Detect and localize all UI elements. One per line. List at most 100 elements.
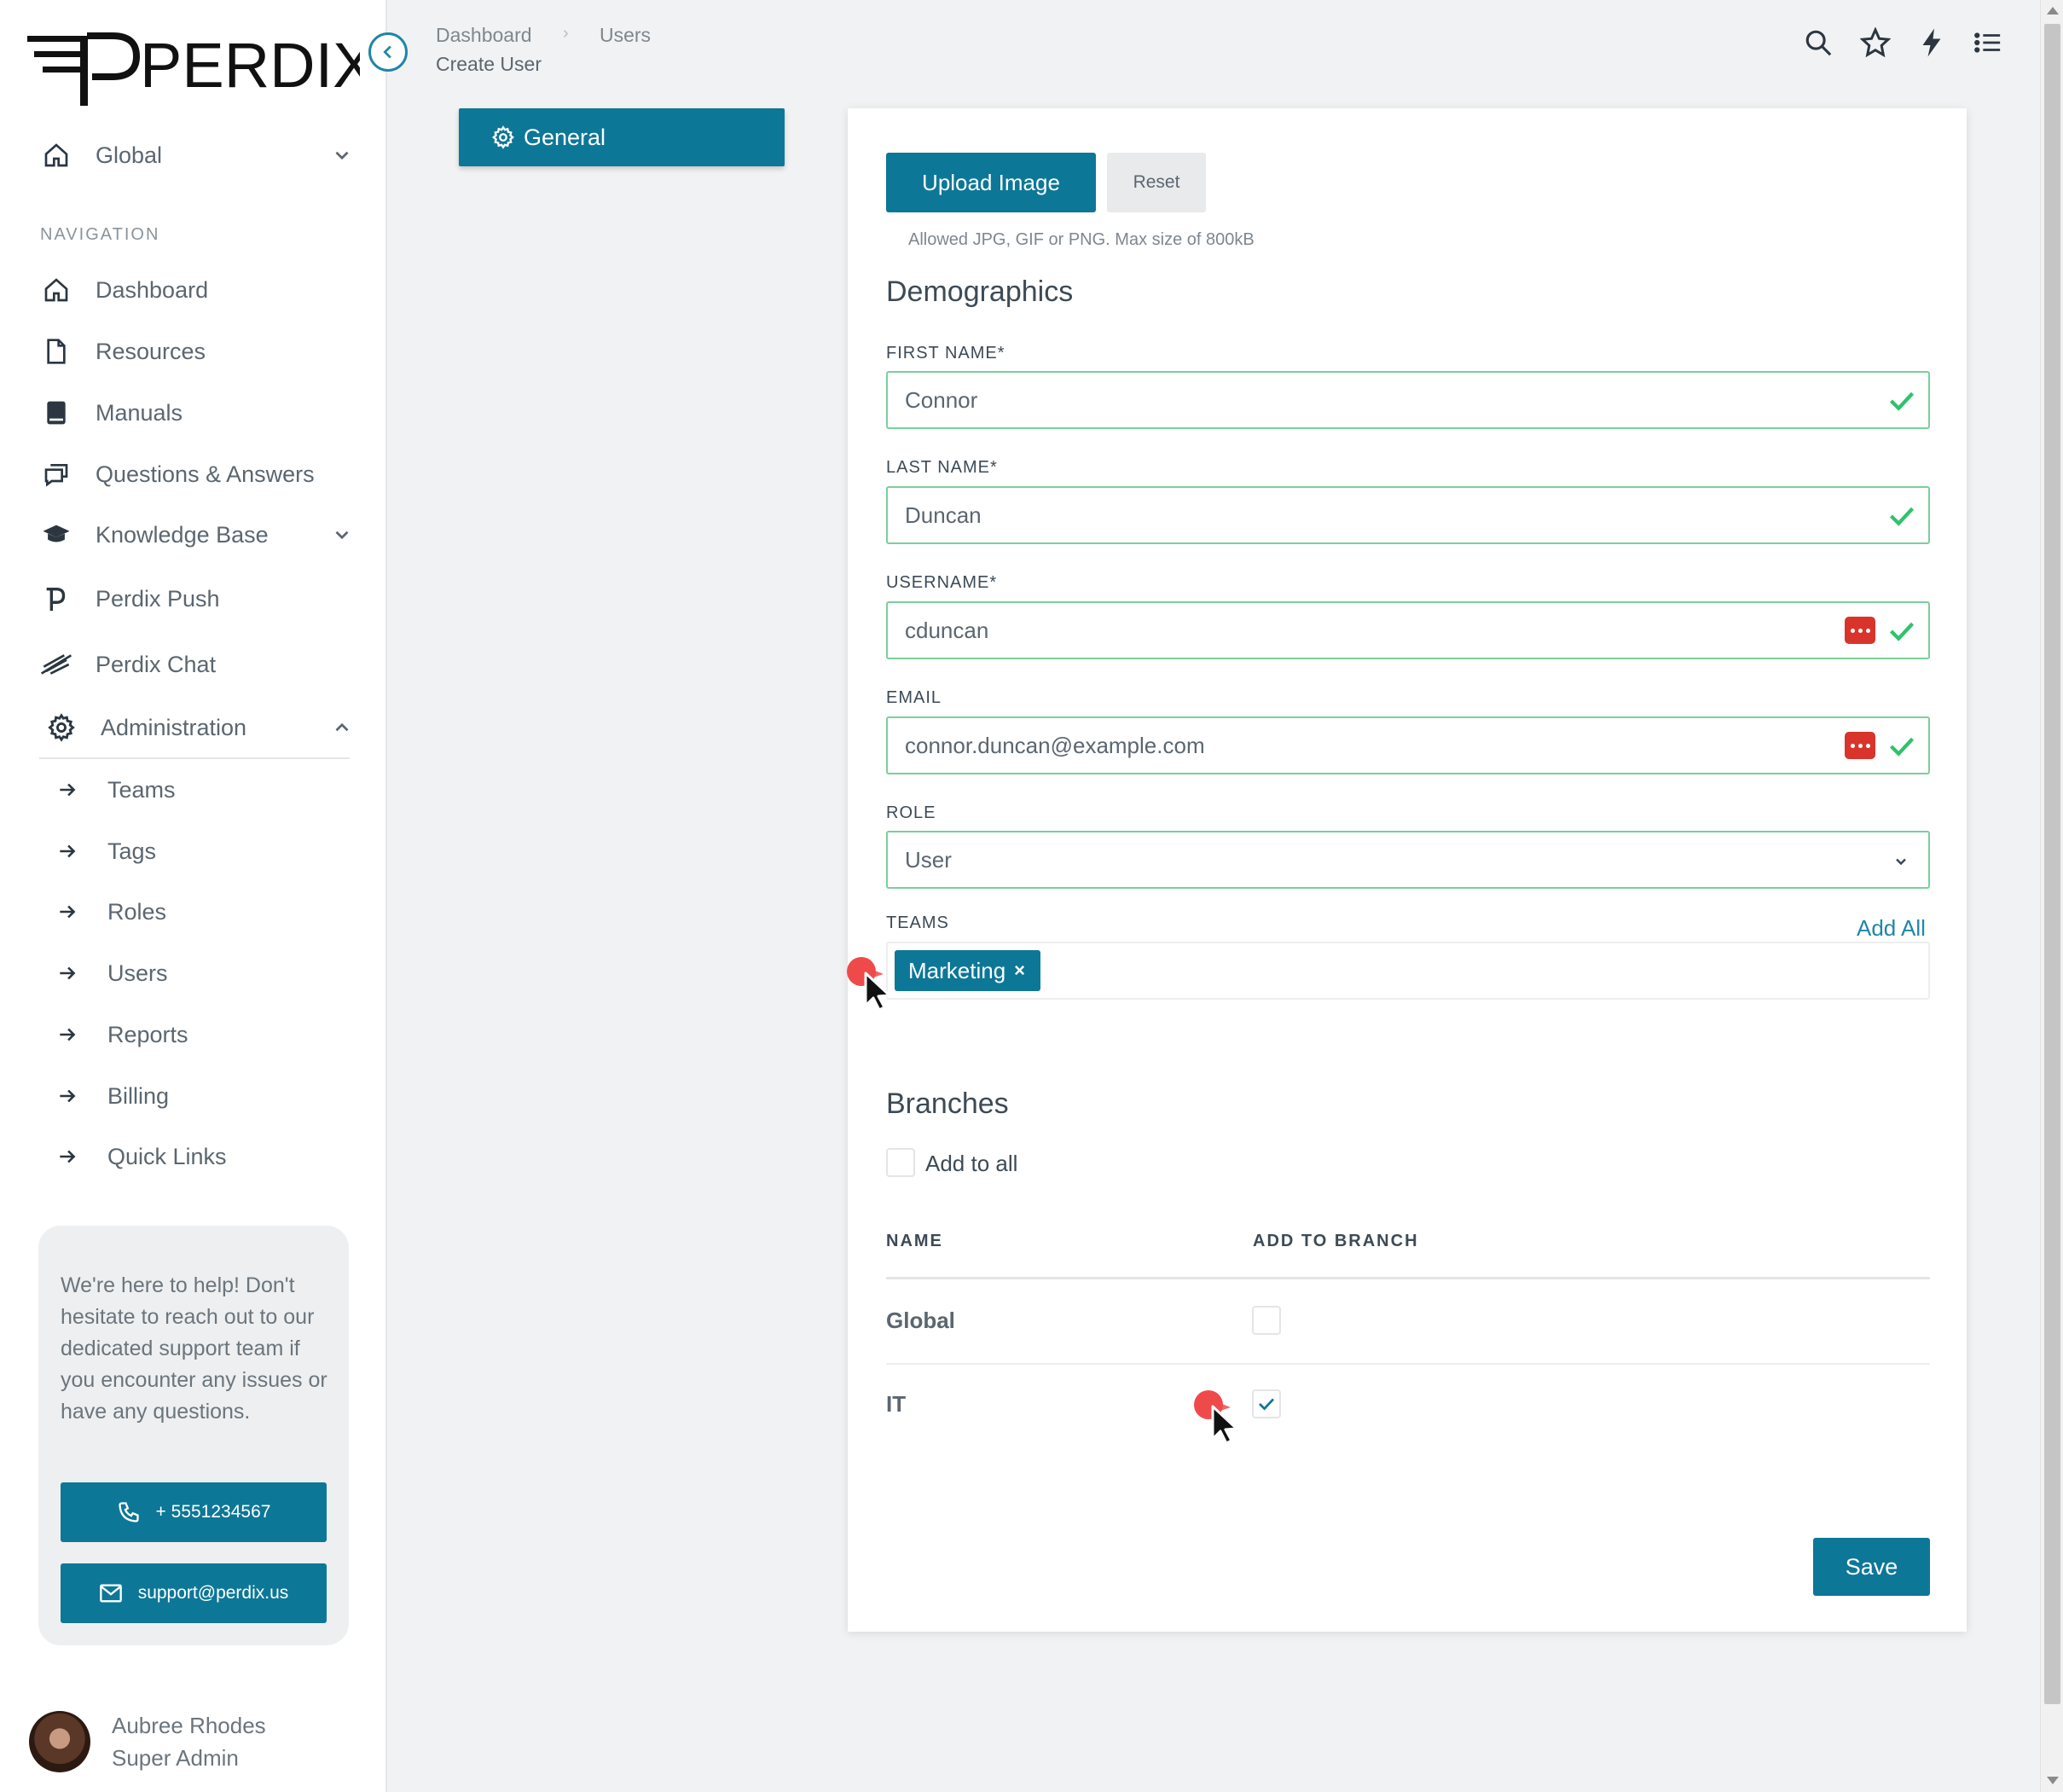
arrow-right-icon xyxy=(60,1028,76,1041)
sidebar-item-perdix-push[interactable]: Perdix Push xyxy=(39,577,353,620)
sidebar-subitem-label: Users xyxy=(107,960,168,986)
username-field[interactable]: cduncan xyxy=(886,601,1930,659)
star-icon[interactable] xyxy=(1858,26,1892,60)
list-icon[interactable] xyxy=(1971,26,2005,60)
arrow-right-icon xyxy=(60,1150,76,1163)
perdix-logo[interactable]: PERDIX xyxy=(27,26,360,111)
first-name-label: FIRST NAME* xyxy=(886,344,1005,362)
gear-icon xyxy=(44,710,78,745)
checkmark-icon xyxy=(1259,1398,1274,1411)
phone-icon xyxy=(118,1502,139,1522)
sidebar-item-label: Questions & Answers xyxy=(96,461,315,487)
sidebar-subitem-users[interactable]: Users xyxy=(56,954,346,992)
scope-selector[interactable]: Global xyxy=(39,134,353,177)
demographics-title: Demographics xyxy=(886,275,1074,308)
search-icon[interactable] xyxy=(1801,26,1835,60)
lightning-icon[interactable] xyxy=(1915,26,1949,60)
sidebar-item-label: Perdix Chat xyxy=(96,651,217,677)
add-to-all-checkbox[interactable] xyxy=(886,1148,915,1177)
sidebar-subitem-billing[interactable]: Billing xyxy=(56,1077,346,1115)
tab-general-label: General xyxy=(524,124,606,150)
upload-image-button[interactable]: Upload Image xyxy=(886,153,1096,212)
user-name: Aubree Rhodes xyxy=(112,1713,266,1738)
sidebar-item-label: Knowledge Base xyxy=(96,521,269,548)
breadcrumb-dashboard[interactable]: Dashboard xyxy=(436,24,532,47)
create-user-form: Upload Image Reset Allowed JPG, GIF or P… xyxy=(848,108,1967,1632)
sidebar-collapse-button[interactable] xyxy=(368,32,408,72)
support-email-button[interactable]: support@perdix.us xyxy=(61,1563,327,1623)
scope-label: Global xyxy=(96,142,163,168)
role-select[interactable]: User xyxy=(886,831,1930,889)
check-icon xyxy=(1889,391,1915,411)
avatar[interactable] xyxy=(29,1711,90,1772)
email-field[interactable]: connor.duncan@example.com xyxy=(886,716,1930,774)
scroll-up-arrow[interactable] xyxy=(2047,7,2059,14)
sidebar-item-perdix-chat[interactable]: Perdix Chat xyxy=(39,643,353,686)
role-label: ROLE xyxy=(886,803,936,822)
reset-image-button[interactable]: Reset xyxy=(1107,153,1206,212)
table-row-divider xyxy=(886,1363,1930,1365)
sidebar-subitem-quick-links[interactable]: Quick Links xyxy=(56,1138,346,1175)
sidebar-subitem-label: Billing xyxy=(107,1082,170,1109)
sidebar-subitem-reports[interactable]: Reports xyxy=(56,1016,346,1053)
support-email-label: support@perdix.us xyxy=(137,1583,289,1603)
click-cursor-icon xyxy=(847,957,891,1012)
chat-icon xyxy=(39,457,73,491)
graduation-cap-icon xyxy=(39,518,73,552)
check-icon xyxy=(1889,622,1915,641)
scroll-thumb[interactable] xyxy=(2044,24,2060,1704)
chevron-down-icon xyxy=(335,531,349,540)
support-phone-button[interactable]: + 5551234567 xyxy=(61,1482,327,1542)
team-tag-marketing[interactable]: Marketing × xyxy=(895,950,1041,991)
chevron-down-icon xyxy=(1896,858,1906,866)
arrow-right-icon xyxy=(60,1089,76,1103)
last-name-field[interactable]: Duncan xyxy=(886,486,1930,544)
password-manager-icon[interactable] xyxy=(1845,617,1875,644)
sidebar-subitem-roles[interactable]: Roles xyxy=(56,893,346,931)
column-header-name: NAME xyxy=(886,1232,943,1250)
sidebar-item-resources[interactable]: Resources xyxy=(39,330,353,373)
sidebar-item-administration[interactable]: Administration xyxy=(39,706,353,749)
sidebar-item-label: Administration xyxy=(101,714,247,740)
sidebar-item-dashboard[interactable]: Dashboard xyxy=(39,269,353,311)
arrow-right-icon xyxy=(60,783,76,797)
remove-tag-icon[interactable]: × xyxy=(1014,960,1025,982)
table-header-divider xyxy=(886,1277,1930,1279)
chevron-up-icon xyxy=(335,722,349,732)
home-icon xyxy=(39,273,73,307)
breadcrumb-users[interactable]: Users xyxy=(600,24,651,47)
save-button[interactable]: Save xyxy=(1813,1538,1930,1596)
sidebar-item-questions-answers[interactable]: Questions & Answers xyxy=(39,453,353,496)
column-header-add-to-branch: ADD TO BRANCH xyxy=(1253,1232,1419,1250)
chevron-left-icon xyxy=(383,45,391,59)
sidebar-item-manuals[interactable]: Manuals xyxy=(39,391,353,434)
add-all-teams-link[interactable]: Add All xyxy=(1857,915,1926,942)
first-name-field[interactable]: Connor xyxy=(886,371,1930,429)
check-icon xyxy=(1889,507,1915,526)
tab-general[interactable]: General xyxy=(459,108,785,166)
teams-multiselect[interactable]: Marketing × xyxy=(886,942,1930,1000)
sidebar: PERDIX Global NAVIGATION Dashboard Resou… xyxy=(0,0,387,1792)
page-title: Create User xyxy=(436,53,542,75)
gear-icon xyxy=(491,125,515,149)
page-scrollbar[interactable] xyxy=(2040,0,2063,1792)
sidebar-subitem-teams[interactable]: Teams xyxy=(56,771,346,809)
chevron-down-icon xyxy=(335,151,349,160)
scroll-down-arrow[interactable] xyxy=(2047,1777,2059,1784)
book-icon xyxy=(39,396,73,430)
support-box: We're here to help! Don't hesitate to re… xyxy=(38,1226,349,1645)
branch-name-global: Global xyxy=(886,1308,955,1333)
file-icon xyxy=(39,334,73,368)
branch-checkbox-it[interactable] xyxy=(1252,1389,1281,1418)
sidebar-item-knowledge-base[interactable]: Knowledge Base xyxy=(39,513,353,556)
password-manager-icon[interactable] xyxy=(1845,732,1875,759)
sidebar-subitem-tags[interactable]: Tags xyxy=(56,832,346,870)
sidebar-subitem-label: Quick Links xyxy=(107,1143,227,1169)
bird-icon xyxy=(39,647,73,681)
teams-label: TEAMS xyxy=(886,913,949,932)
email-label: EMAIL xyxy=(886,688,942,707)
branch-checkbox-global[interactable] xyxy=(1252,1306,1281,1335)
sidebar-subitem-label: Roles xyxy=(107,898,167,925)
sidebar-item-label: Perdix Push xyxy=(96,585,220,612)
last-name-value: Duncan xyxy=(905,502,982,528)
